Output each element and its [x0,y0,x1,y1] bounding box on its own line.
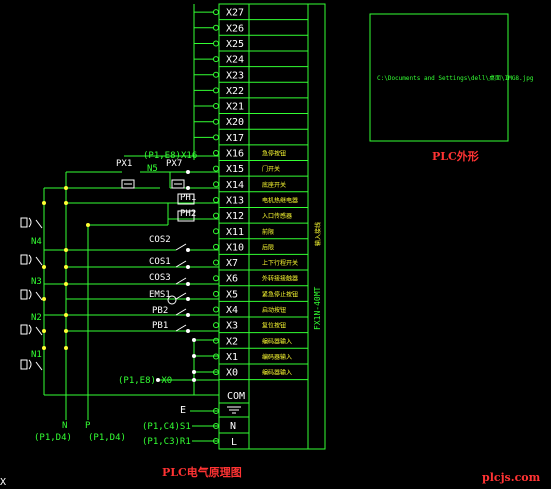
terminal-n: N [230,421,236,432]
terminal-x26: X26 [226,23,244,34]
device-ph1: PH1 [180,193,196,203]
bus-n-label: N [62,421,67,431]
terminal-l: L [231,437,237,448]
terminal-e: E [180,405,186,416]
watermark: plcjs.com [482,471,541,484]
terminal-x27: X27 [226,8,244,19]
plc-wiring-diagram: X27 X26 X25 X24 X23 X22 X21 X20 X17 X16 急停按钮 X15 门开关… [0,3,541,488]
terminal-x6: X6 [226,274,238,285]
ref-n-supply: (P1,C4)S1 [142,422,191,432]
function-x11: 前限 [262,228,274,236]
device-cos3: COS3 [149,273,171,283]
ref-x0: (P1,E8) X0 [118,376,172,386]
terminal-x7: X7 [226,258,238,269]
breaker-label-n1: N1 [31,350,42,360]
ref-x16: (P1,E8) [143,151,181,161]
function-x1: 编码器输入 [262,353,292,361]
contact-icons [167,243,187,332]
outline-caption: PLC外形 [432,149,479,163]
breaker-label-n3: N3 [31,277,42,287]
function-x10: 后限 [262,243,274,251]
terminal-x13: X13 [226,195,244,206]
function-x14: 底座开关 [262,181,286,189]
ref-l-supply: (P1,C3)R1 [142,437,191,447]
function-x5: 紧急停止按钮 [262,290,298,298]
terminal-x12: X12 [226,211,244,222]
function-x2: 编码器输入 [262,337,292,345]
function-x6: 外转接接触器 [262,275,298,283]
plc-model-sublabel: 输入接线 [314,222,322,246]
plc-model-label: FX1N-40MT [313,286,322,330]
plc-terminal-block [193,3,326,450]
cursor-glyph: X [0,477,6,488]
px1-sensor-icon [121,179,135,189]
diagram-title: PLC电气原理图 [162,465,242,479]
function-x4: 启动按钮 [262,306,286,314]
terminal-x3: X3 [226,321,238,332]
terminal-x0: X0 [226,368,238,379]
terminal-x16: X16 [226,149,244,160]
outline-image-path: C:\Documents and Settings\dell\桌面\IMG8.j… [377,74,534,82]
function-x13: 电机热继电器 [262,196,298,204]
terminal-x1: X1 [226,352,238,363]
terminal-x2: X2 [226,336,238,347]
terminal-x11: X11 [226,227,244,238]
device-cos2: COS2 [149,235,171,245]
px7-sensor-icon [171,179,185,189]
terminal-com: COM [227,391,245,402]
terminal-x24: X24 [226,55,244,66]
terminal-x23: X23 [226,70,244,81]
bus-p-label: P [85,421,91,431]
device-ph2: PH2 [180,209,196,219]
function-x12: 入口传感器 [262,212,292,220]
terminal-x10: X10 [226,242,244,253]
terminal-x21: X21 [226,102,244,113]
device-ems1: EMS1 [149,290,171,300]
function-x3: 复位按钮 [262,322,286,330]
terminal-x15: X15 [226,164,244,175]
function-x16: 急停按钮 [262,150,286,158]
function-x15: 门开关 [262,165,280,173]
terminal-x17: X17 [226,133,244,144]
ref-x16-tag: X16 [181,151,197,161]
function-x7: 上下行程开关 [262,259,298,267]
terminal-x4: X4 [226,305,238,316]
left-breakers: N4 N3 N2 N1 [31,237,42,360]
terminal-x20: X20 [226,117,244,128]
ground-icon [227,406,241,414]
device-cos1: COS1 [149,257,171,267]
terminal-x5: X5 [226,289,238,300]
bus-p-ref: (P1,D4) [88,433,126,443]
function-x0: 编码器输入 [262,369,292,377]
terminal-x22: X22 [226,86,244,97]
breaker-label-n4: N4 [31,237,42,247]
terminal-x14: X14 [226,180,244,191]
bus-n-ref: (P1,D4) [34,433,72,443]
device-pb1: PB1 [152,321,168,331]
switch-wiring [44,249,219,381]
device-pb2: PB2 [152,306,168,316]
device-n5: N5 [147,164,158,174]
device-px1: PX1 [116,159,132,169]
terminal-x25: X25 [226,39,244,50]
breaker-label-n2: N2 [31,313,42,323]
